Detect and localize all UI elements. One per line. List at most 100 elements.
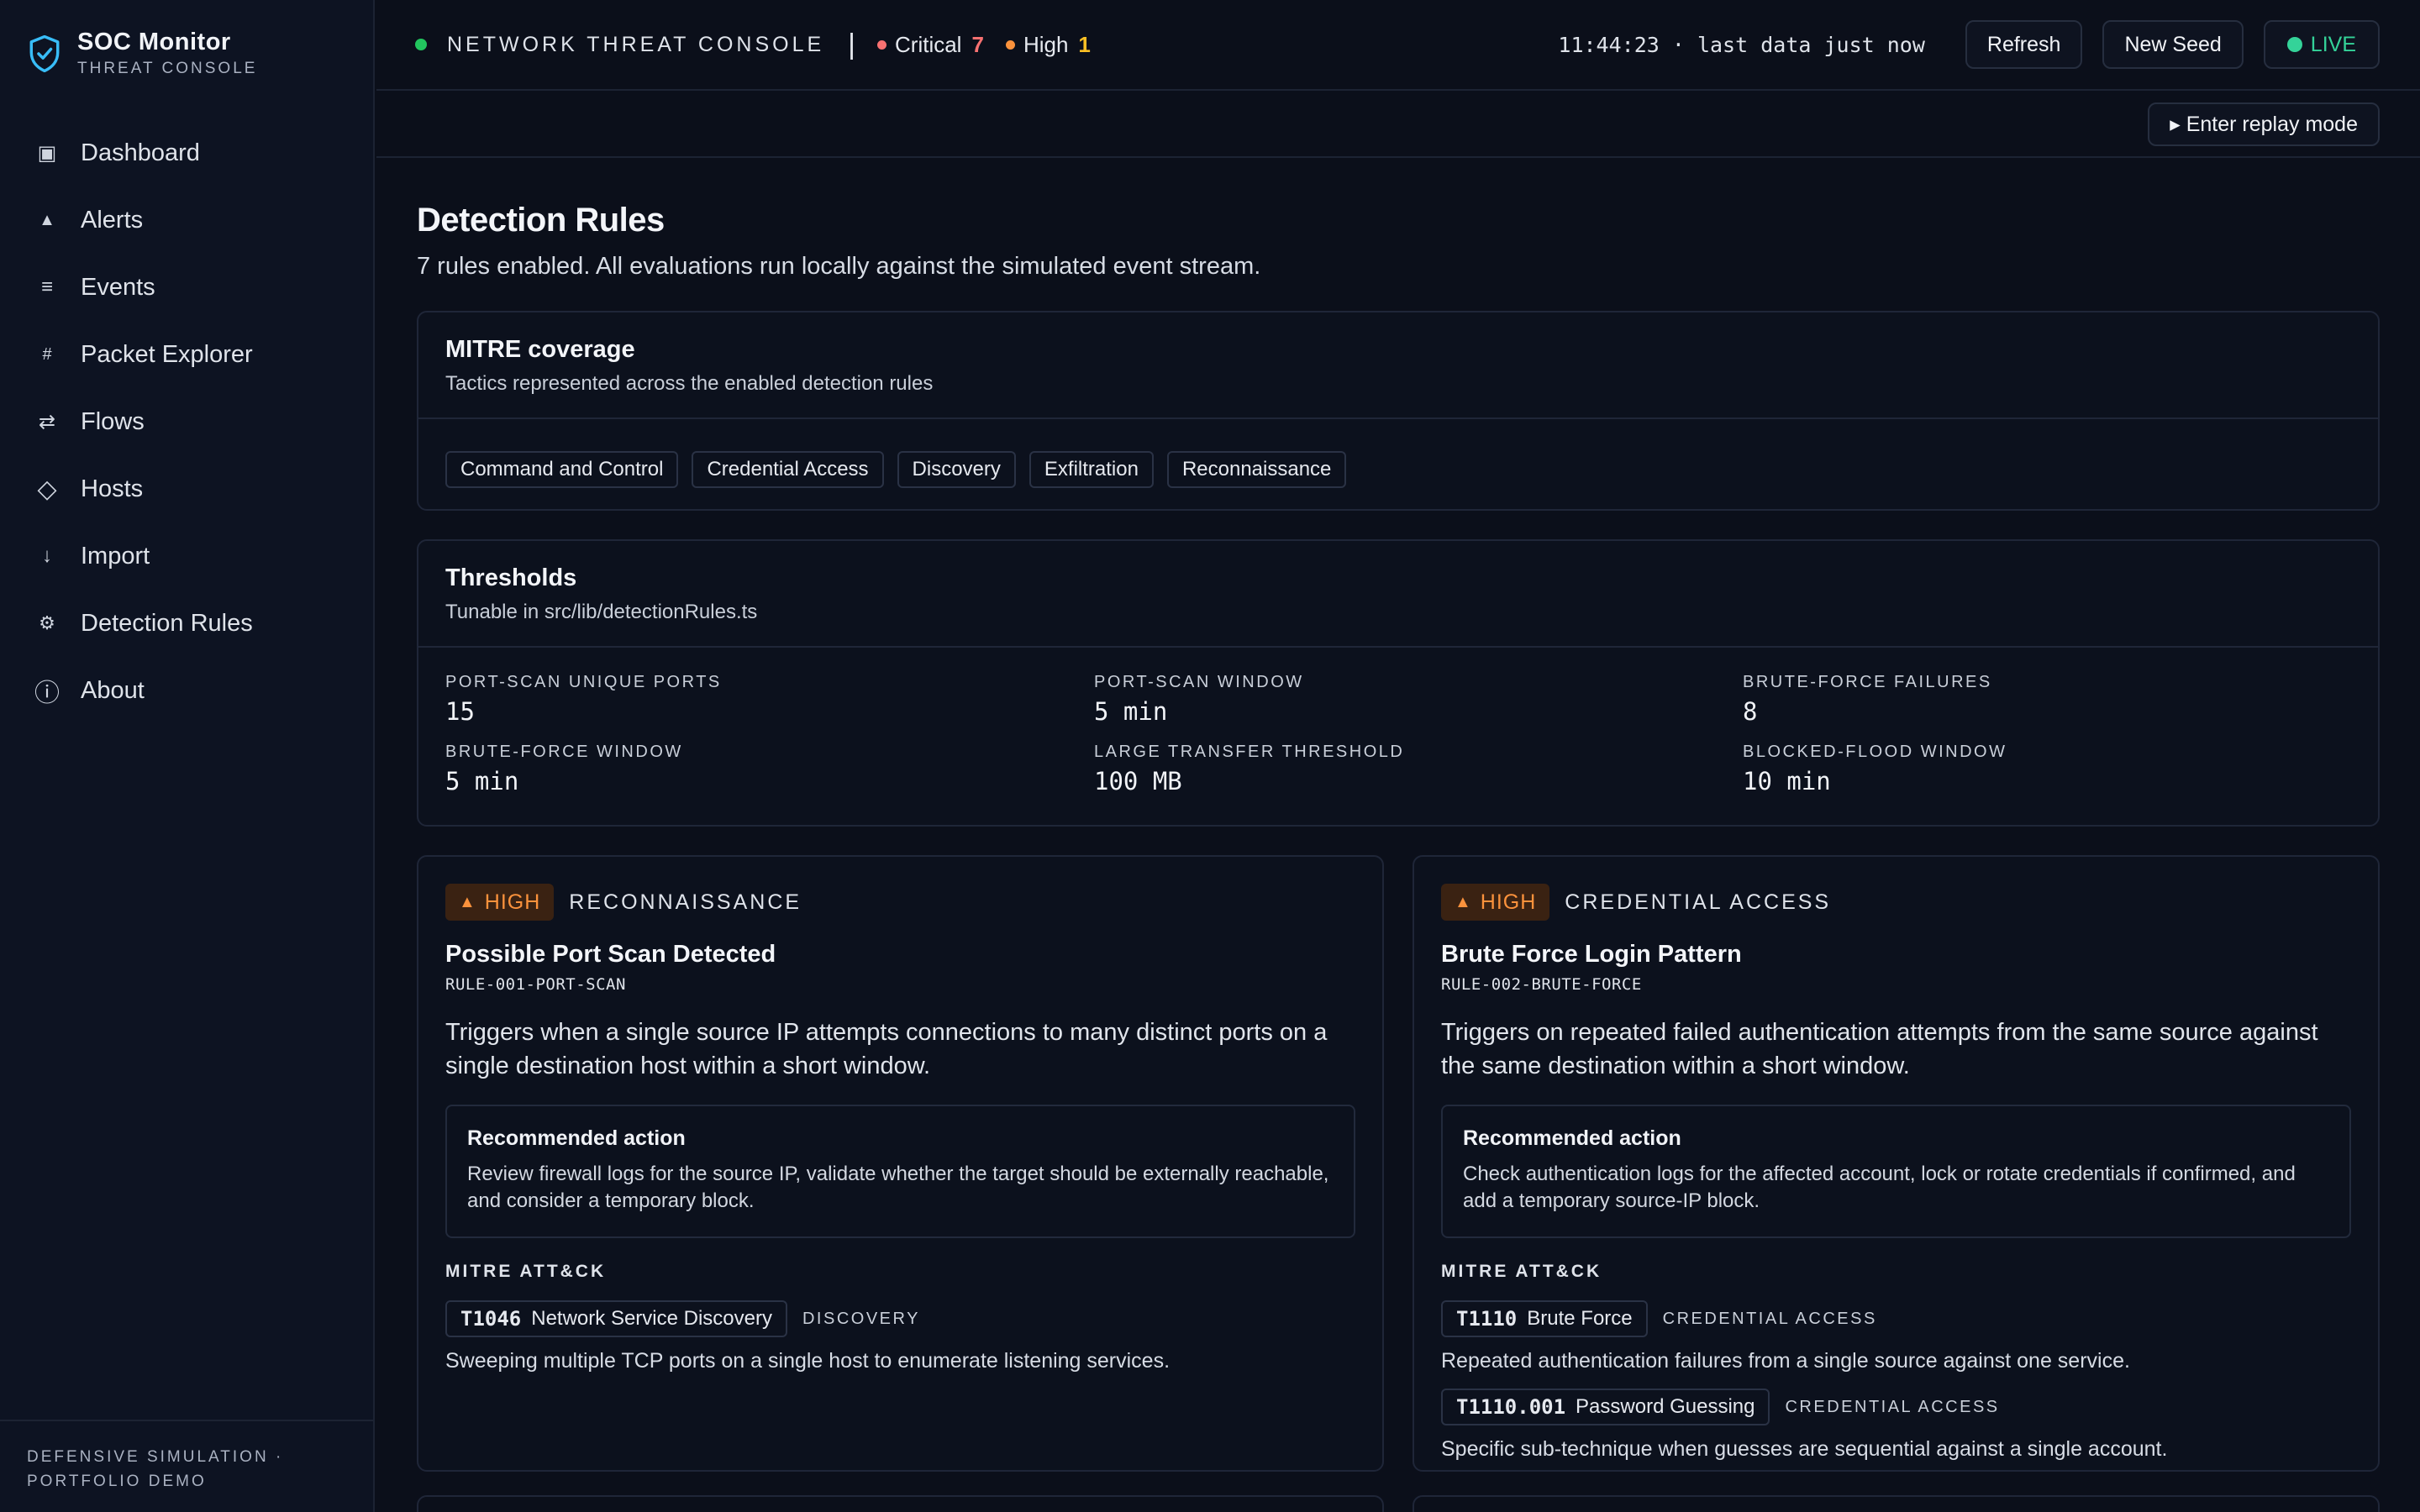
separator: | xyxy=(848,28,856,60)
threshold-item: LARGE TRANSFER THRESHOLD 100 MB xyxy=(1094,743,1743,795)
sidebar-footer: DEFENSIVE SIMULATION · PORTFOLIO DEMO xyxy=(0,1420,373,1512)
high-count: 1 xyxy=(1078,31,1091,57)
brand-subtitle: THREAT CONSOLE xyxy=(77,60,258,77)
threshold-item: BRUTE-FORCE WINDOW 5 min xyxy=(445,743,1094,795)
sidebar-item-about[interactable]: ⓘ About xyxy=(0,657,373,724)
sidebar-item-alerts[interactable]: ▲ Alerts xyxy=(0,186,373,254)
threshold-label: BRUTE-FORCE FAILURES xyxy=(1743,673,1992,691)
sidebar-item-label: Detection Rules xyxy=(81,609,253,637)
technique-name: Password Guessing xyxy=(1576,1395,1755,1418)
sidebar-item-label: Flows xyxy=(81,407,145,435)
sidebar-item-packet-explorer[interactable]: # Packet Explorer xyxy=(0,321,373,388)
rec-title: Recommended action xyxy=(467,1126,686,1150)
page-title: Detection Rules xyxy=(417,202,665,239)
sidebar-item-label: Packet Explorer xyxy=(81,340,253,368)
rules-grid: ▲ HIGH RECONNAISSANCE Possible Port Scan… xyxy=(417,855,2380,1472)
critical-dot xyxy=(877,39,887,50)
sidebar-item-import[interactable]: ↓ Import xyxy=(0,522,373,590)
severity-label: HIGH xyxy=(1480,890,1537,914)
threshold-label: PORT-SCAN WINDOW xyxy=(1094,673,1304,691)
threshold-label: BLOCKED-FLOOD WINDOW xyxy=(1743,743,2007,761)
sidebar-item-label: About xyxy=(81,676,145,704)
technique-description: Specific sub-technique when guesses are … xyxy=(1441,1437,2168,1461)
sidebar-item-dashboard[interactable]: ▣ Dashboard xyxy=(0,119,373,186)
threshold-label: LARGE TRANSFER THRESHOLD xyxy=(1094,743,1405,761)
brand-name: SOC Monitor xyxy=(77,29,231,55)
threshold-value: 100 MB xyxy=(1094,767,1182,795)
technique-row: T1110 Brute Force CREDENTIAL ACCESS xyxy=(1441,1300,2351,1337)
mitre-label: MITRE ATT&CK xyxy=(1441,1262,1602,1281)
sidebar-item-detection-rules[interactable]: ⚙ Detection Rules xyxy=(0,590,373,657)
square-icon: ▣ xyxy=(37,141,57,165)
sidebar-item-label: Alerts xyxy=(81,206,144,234)
sidebar-item-hosts[interactable]: ◇ Hosts xyxy=(0,455,373,522)
rule-card-partial xyxy=(1413,1495,2380,1512)
technique-tactic: CREDENTIAL ACCESS xyxy=(1785,1397,2000,1416)
arrow-down-icon: ↓ xyxy=(42,544,52,567)
rule-description: Triggers on repeated failed authenticati… xyxy=(1441,1019,2318,1079)
warning-icon: ▲ xyxy=(1455,892,1472,911)
technique-name: Network Service Discovery xyxy=(531,1307,772,1330)
sidebar-item-label: Hosts xyxy=(81,475,144,502)
shield-icon xyxy=(29,34,60,72)
console-title: NETWORK THREAT CONSOLE xyxy=(447,32,825,56)
technique-chip[interactable]: T1110.001 Password Guessing xyxy=(1441,1389,1770,1425)
technique-id: T1046 xyxy=(460,1307,522,1331)
replay-mode-button[interactable]: ▸ Enter replay mode xyxy=(2148,102,2380,146)
threshold-value: 5 min xyxy=(445,767,519,795)
rec-text: Check authentication logs for the affect… xyxy=(1463,1163,2296,1212)
technique-chip[interactable]: T1046 Network Service Discovery xyxy=(445,1300,787,1337)
technique-chip[interactable]: T1110 Brute Force xyxy=(1441,1300,1648,1337)
hash-icon: # xyxy=(42,344,52,364)
rule-tactic: CREDENTIAL ACCESS xyxy=(1565,890,1832,914)
card-title: MITRE coverage xyxy=(445,336,635,363)
rule-tactic: RECONNAISSANCE xyxy=(569,890,802,914)
sidebar-item-events[interactable]: ≡ Events xyxy=(0,254,373,321)
technique-id: T1110.001 xyxy=(1456,1395,1566,1419)
rec-text: Review firewall logs for the source IP, … xyxy=(467,1163,1329,1212)
topbar: NETWORK THREAT CONSOLE | Critical 7 High… xyxy=(376,0,2420,91)
threshold-value: 5 min xyxy=(1094,697,1168,726)
mitre-label: MITRE ATT&CK xyxy=(445,1262,607,1281)
tactic-tag: Exfiltration xyxy=(1028,451,1154,488)
rule-description: Triggers when a single source IP attempt… xyxy=(445,1019,1328,1079)
triangle-icon: ▲ xyxy=(39,210,55,229)
footer-line-2: PORTFOLIO DEMO xyxy=(27,1473,207,1490)
brand[interactable]: SOC Monitor THREAT CONSOLE xyxy=(29,29,257,78)
sidebar-nav: ▣ Dashboard ▲ Alerts ≡ Events # Packet E… xyxy=(0,119,373,724)
high-indicator[interactable]: High 1 xyxy=(1005,31,1091,58)
threshold-item: PORT-SCAN UNIQUE PORTS 15 xyxy=(445,673,1094,726)
tactic-tag: Credential Access xyxy=(692,451,884,488)
recommended-action-box: Recommended action Check authentication … xyxy=(1441,1105,2351,1238)
sub-toolbar: ▸ Enter replay mode xyxy=(376,92,2420,158)
sidebar: SOC Monitor THREAT CONSOLE ▣ Dashboard ▲… xyxy=(0,0,375,1512)
rule-card-port-scan: ▲ HIGH RECONNAISSANCE Possible Port Scan… xyxy=(417,855,1384,1472)
technique-description: Repeated authentication failures from a … xyxy=(1441,1349,2130,1373)
rule-id: RULE-002-BRUTE-FORCE xyxy=(1441,975,1642,994)
technique-row: T1110.001 Password Guessing CREDENTIAL A… xyxy=(1441,1389,2351,1425)
refresh-button[interactable]: Refresh xyxy=(1965,20,2083,69)
sidebar-item-flows[interactable]: ⇄ Flows xyxy=(0,388,373,455)
rec-title: Recommended action xyxy=(1463,1126,1681,1150)
page-description: 7 rules enabled. All evaluations run loc… xyxy=(417,253,1261,280)
rule-title: Brute Force Login Pattern xyxy=(1441,941,1742,968)
tactic-tag: Reconnaissance xyxy=(1166,451,1347,488)
high-label: High xyxy=(1023,31,1069,57)
severity-badge: ▲ HIGH xyxy=(1441,884,1550,921)
live-label: LIVE xyxy=(2310,32,2356,56)
technique-row: T1046 Network Service Discovery DISCOVER… xyxy=(445,1300,1355,1337)
clock-status: 11:44:23 · last data just now xyxy=(1558,32,1925,57)
warning-icon: ▲ xyxy=(459,892,476,911)
new-seed-button[interactable]: New Seed xyxy=(2102,20,2244,69)
critical-indicator[interactable]: Critical 7 xyxy=(877,32,984,58)
technique-description: Sweeping multiple TCP ports on a single … xyxy=(445,1349,1171,1373)
sidebar-item-label: Dashboard xyxy=(81,139,200,166)
tactic-tag: Command and Control xyxy=(445,451,679,488)
footer-line-1: DEFENSIVE SIMULATION · xyxy=(27,1448,284,1466)
technique-id: T1110 xyxy=(1456,1307,1518,1331)
live-button[interactable]: LIVE xyxy=(2263,20,2380,69)
technique-tactic: DISCOVERY xyxy=(802,1309,920,1328)
critical-count: 7 xyxy=(971,31,984,57)
live-dot xyxy=(2286,37,2302,52)
sidebar-item-label: Import xyxy=(81,542,150,570)
